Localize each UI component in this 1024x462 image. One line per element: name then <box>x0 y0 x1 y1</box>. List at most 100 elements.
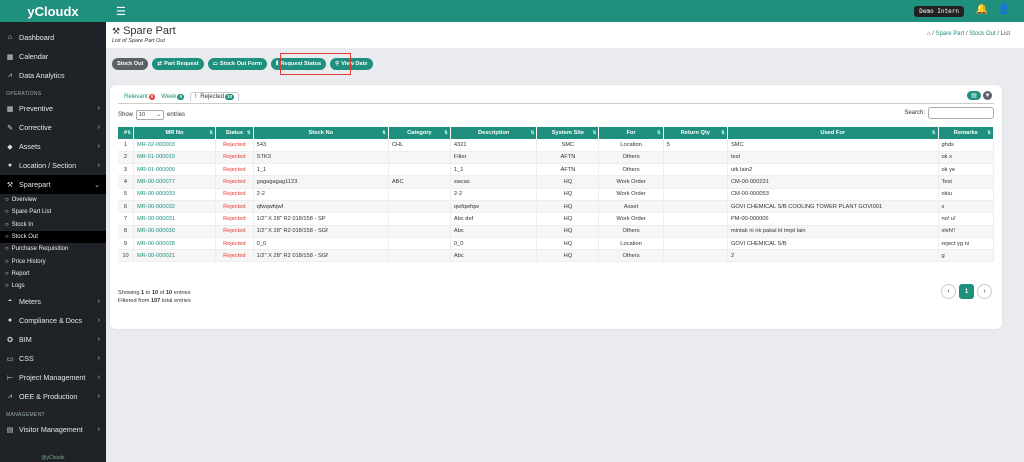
entries-select[interactable]: 10 ⌄ <box>136 110 165 120</box>
button-label: Part Request <box>164 61 199 67</box>
filter-icon[interactable]: ▼ <box>983 91 992 100</box>
sidebar-item-oee-production[interactable]: ⩘ OEE & Production › <box>0 387 106 406</box>
brand-logo[interactable]: yCloudx <box>0 0 106 22</box>
sidebar-item-data-analytics[interactable]: ⩘ Data Analytics <box>0 66 106 85</box>
tab-relevant[interactable]: Relevant 0 <box>124 93 156 100</box>
project-icon: ⊢ <box>6 374 14 382</box>
cell-index: 6 <box>118 200 134 214</box>
user-icon[interactable]: 👤 <box>998 4 1010 15</box>
home-icon[interactable]: ⌂ <box>927 31 931 37</box>
tab-label: Week <box>161 93 177 100</box>
stock-out-form-button[interactable]: ▭ Stock Out Form <box>207 58 267 70</box>
calendar-icon: ▦ <box>6 53 14 61</box>
sidebar-subitem-logs[interactable]: ○ Logs <box>0 280 106 292</box>
cell-used-for: CM-00-000231 <box>727 175 939 189</box>
sidebar-item-preventive[interactable]: ▦ Preventive › <box>0 99 106 118</box>
stock-out-card: Relevant 0 Week 0 ! Rejected 10 ▤ ▼ Show 10… <box>110 85 1002 329</box>
sidebar-item-label: Corrective <box>19 123 52 132</box>
cell-mr-no[interactable]: MR-00-000033 <box>133 188 216 201</box>
sidebar-subitem-report[interactable]: ○ Report <box>0 268 106 280</box>
sidebar-item-assets[interactable]: ◆ Assets › <box>0 137 106 156</box>
next-page-button[interactable]: › <box>977 284 992 299</box>
stock-out-button[interactable]: Stock Out <box>112 58 149 70</box>
columns-icon[interactable]: ▤ <box>967 91 981 100</box>
sidebar-item-sparepart[interactable]: ⚒ Sparepart ⌄ <box>0 175 106 194</box>
cell-system-site: HQ <box>536 237 600 251</box>
cell-index: 8 <box>118 225 134 238</box>
cell-used-for: GOVI CHEMICAL S/B <box>727 237 939 251</box>
cell-status: Rejected <box>215 237 254 251</box>
tab-divider <box>118 103 994 104</box>
cell-index: 10 <box>118 249 134 263</box>
sidebar-item-dashboard[interactable]: ⌂ Dashboard <box>0 28 106 47</box>
sidebar-item-label: Project Management <box>19 373 86 383</box>
header-label: MR No <box>165 130 184 136</box>
column-header-mr-no[interactable]: MR No ⇅ <box>133 127 216 139</box>
cell-mr-no[interactable]: MR-00-000031 <box>133 212 216 226</box>
cell-mr-no[interactable]: MR-01-000009 <box>133 163 216 177</box>
column-header-used-for[interactable]: Used For ⇅ <box>727 127 939 139</box>
cell-mr-no[interactable]: MR-01-000010 <box>133 151 216 165</box>
cell-mr-no[interactable]: MR-00-000030 <box>133 225 216 238</box>
menu-icon[interactable]: ☰ <box>116 5 126 18</box>
sidebar-item-meters[interactable]: ◓ Meters › <box>0 292 106 311</box>
show-label: Show <box>118 112 134 118</box>
column-header-description[interactable]: Description ⇅ <box>450 127 538 139</box>
tab-rejected[interactable]: ! Rejected 10 <box>189 92 239 101</box>
sidebar-subitem-label: Stock Out <box>11 234 38 241</box>
prev-page-button[interactable]: ‹ <box>941 284 956 299</box>
column-header-status[interactable]: Status ⇅ <box>215 127 254 139</box>
column-header-index[interactable]: # ⇅ <box>118 127 134 139</box>
sidebar-item-location-section[interactable]: ● Location / Section › <box>0 156 106 175</box>
cell-system-site: HQ <box>536 249 600 263</box>
search-label: Search: <box>904 110 925 116</box>
top-bar: ☰ Demo Intern 🔔 👤 <box>106 0 1024 22</box>
sidebar-footer: @yCloudx <box>41 455 65 461</box>
breadcrumb-stock-out[interactable]: Stock Out <box>969 31 995 37</box>
column-header-system-site[interactable]: System Site ⇅ <box>536 127 600 139</box>
sidebar-item-corrective[interactable]: ✎ Corrective › <box>0 118 106 137</box>
cell-mr-no[interactable]: MR-02-000003 <box>133 139 216 152</box>
cell-mr-no[interactable]: MR-00-000032 <box>133 200 216 214</box>
sidebar-item-project-management[interactable]: ⊢ Project Management › <box>0 368 106 387</box>
tab-week[interactable]: Week 0 <box>161 93 184 100</box>
sidebar-item-css[interactable]: ▭ CSS › <box>0 349 106 368</box>
breadcrumb-spare-part[interactable]: Spare Part <box>936 31 965 37</box>
sidebar-subitem-stock-in[interactable]: ○ Stock In <box>0 219 106 231</box>
search-input[interactable] <box>928 107 994 119</box>
cell-system-site: HQ <box>536 188 600 201</box>
cell-stock-no: 0_0 <box>253 237 389 251</box>
sidebar-item-label: Location / Section <box>19 161 77 170</box>
column-header-for[interactable]: For ⇅ <box>598 127 664 139</box>
cell-system-site: HQ <box>536 212 600 226</box>
user-name-badge[interactable]: Demo Intern <box>914 6 964 17</box>
sidebar-item-visitor-management[interactable]: ▤ Visitor Management › <box>0 420 106 439</box>
sort-icon: ⇅ <box>656 130 661 135</box>
chevron-right-icon: › <box>97 298 100 306</box>
sidebar-item-bim[interactable]: ✪ BIM › <box>0 330 106 349</box>
sidebar-subitem-price-history[interactable]: ○ Price History <box>0 255 106 267</box>
sidebar-subitem-stock-out[interactable]: ○ Stock Out <box>0 230 106 244</box>
column-header-remarks[interactable]: Remarks ⇅ <box>938 127 994 139</box>
cell-mr-no[interactable]: MR-00-000021 <box>133 249 216 263</box>
sidebar-item-calendar[interactable]: ▦ Calendar <box>0 47 106 66</box>
cell-status: Rejected <box>215 175 254 189</box>
cell-mr-no[interactable]: MR-00-000028 <box>133 237 216 251</box>
sidebar-subitem-spare-part-list[interactable]: ○ Spare Part List <box>0 206 106 218</box>
sidebar-subitem-purchase-requisition[interactable]: ○ Purchase Requisition <box>0 243 106 255</box>
page-1-button[interactable]: 1 <box>959 284 974 299</box>
part-request-button[interactable]: ⇄ Part Request <box>152 58 204 70</box>
cell-mr-no[interactable]: MR-00-000077 <box>133 175 216 189</box>
cell-category <box>388 212 451 226</box>
column-header-category[interactable]: Category ⇅ <box>388 127 451 139</box>
sidebar-item-label: Sparepart <box>19 180 51 189</box>
cell-remarks: ok ye <box>938 163 994 177</box>
bell-icon[interactable]: 🔔 <box>976 4 988 15</box>
sidebar-subitem-overview[interactable]: ○ Overview <box>0 194 106 206</box>
column-header-return-qty[interactable]: Return Qty ⇅ <box>663 127 728 139</box>
column-header-stock-no[interactable]: Stock No ⇅ <box>253 127 389 139</box>
sidebar-item-compliance-docs[interactable]: ● Compliance & Docs › <box>0 311 106 330</box>
table-row: 5 MR-00-000033 Rejected 2-2 2-2 HQ Work Order C… <box>118 188 994 201</box>
chevron-right-icon: › <box>97 393 100 401</box>
chevron-right-icon: › <box>97 336 100 344</box>
